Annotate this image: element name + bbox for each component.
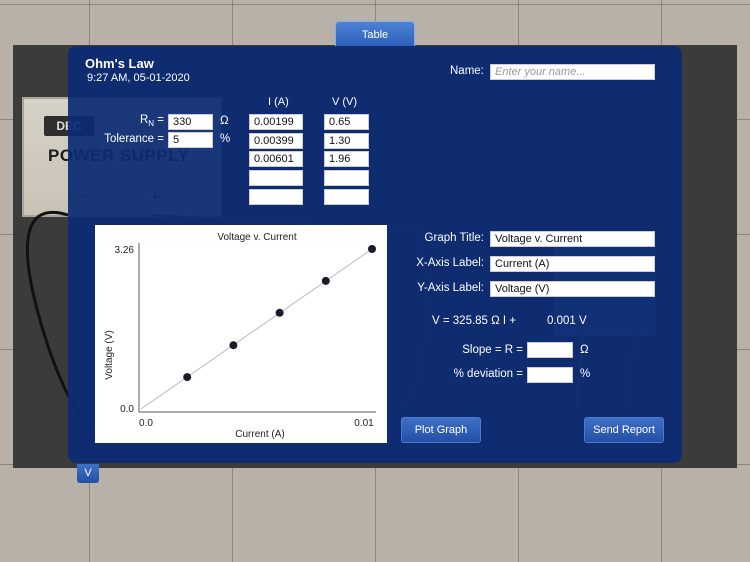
data-point — [275, 308, 284, 317]
tolerance-input[interactable] — [168, 132, 213, 148]
current-cell[interactable] — [249, 170, 303, 186]
voltage-cell[interactable] — [324, 114, 369, 130]
voltage-column-header: V (V) — [332, 96, 358, 108]
y-tick-label: 3.26 — [115, 245, 135, 256]
current-cell[interactable] — [249, 151, 303, 167]
fit-line — [140, 248, 373, 410]
collapse-button[interactable]: V — [77, 464, 99, 483]
tolerance-label: Tolerance = — [104, 133, 164, 145]
x-tick-label: 0.01 — [354, 418, 374, 429]
x-axis-label-label: X-Axis Label: — [416, 257, 484, 269]
x-tick-label: 0.0 — [139, 418, 153, 429]
data-point — [321, 276, 330, 285]
panel-title: Ohm's Law — [85, 56, 154, 71]
chart-svg: Voltage v. Current Current (A) Voltage (… — [104, 232, 376, 440]
chart-y-label: Voltage (V) — [104, 330, 115, 379]
table-tab-button[interactable]: Table — [335, 21, 415, 47]
y-tick-label: 0.0 — [120, 404, 134, 415]
send-report-button[interactable]: Send Report — [584, 417, 664, 443]
chart-area: Voltage v. Current Current (A) Voltage (… — [95, 225, 387, 443]
chart-x-label: Current (A) — [235, 429, 284, 440]
y-axis-label-label: Y-Axis Label: — [417, 282, 484, 294]
deviation-unit: % — [580, 368, 591, 380]
deviation-input[interactable] — [527, 367, 573, 383]
timestamp: 9:27 AM, 05-01-2020 — [87, 72, 190, 84]
slope-unit: Ω — [580, 344, 589, 356]
slope-label: Slope = R = — [462, 344, 523, 356]
fit-intercept: 0.001 V — [547, 315, 587, 327]
voltage-cell[interactable] — [324, 133, 369, 149]
graph-title-label: Graph Title: — [424, 232, 484, 244]
chart-title: Voltage v. Current — [217, 232, 297, 243]
deviation-label: % deviation = — [453, 368, 523, 380]
percent-unit: % — [220, 133, 231, 145]
voltage-cell[interactable] — [324, 189, 369, 205]
current-cell[interactable] — [249, 114, 303, 130]
rn-label: RN = — [110, 114, 164, 128]
fit-equation: V = 325.85 Ω I + — [432, 315, 517, 327]
name-input[interactable] — [490, 64, 655, 80]
current-column-header: I (A) — [268, 96, 289, 108]
rn-label-eq: = — [154, 114, 164, 126]
rn-input[interactable] — [168, 114, 213, 130]
data-point — [368, 245, 376, 253]
ohm-unit: Ω — [220, 115, 229, 127]
name-label: Name: — [450, 65, 484, 77]
current-cell[interactable] — [249, 189, 303, 205]
graph-title-input[interactable] — [490, 231, 655, 247]
y-axis-label-input[interactable] — [490, 281, 655, 297]
current-cell[interactable] — [249, 133, 303, 149]
data-point — [183, 373, 192, 382]
slope-input[interactable] — [527, 342, 573, 358]
voltage-cell[interactable] — [324, 170, 369, 186]
x-axis-label-input[interactable] — [490, 256, 655, 272]
voltage-cell[interactable] — [324, 151, 369, 167]
data-point — [229, 341, 238, 350]
plot-graph-button[interactable]: Plot Graph — [401, 417, 481, 443]
